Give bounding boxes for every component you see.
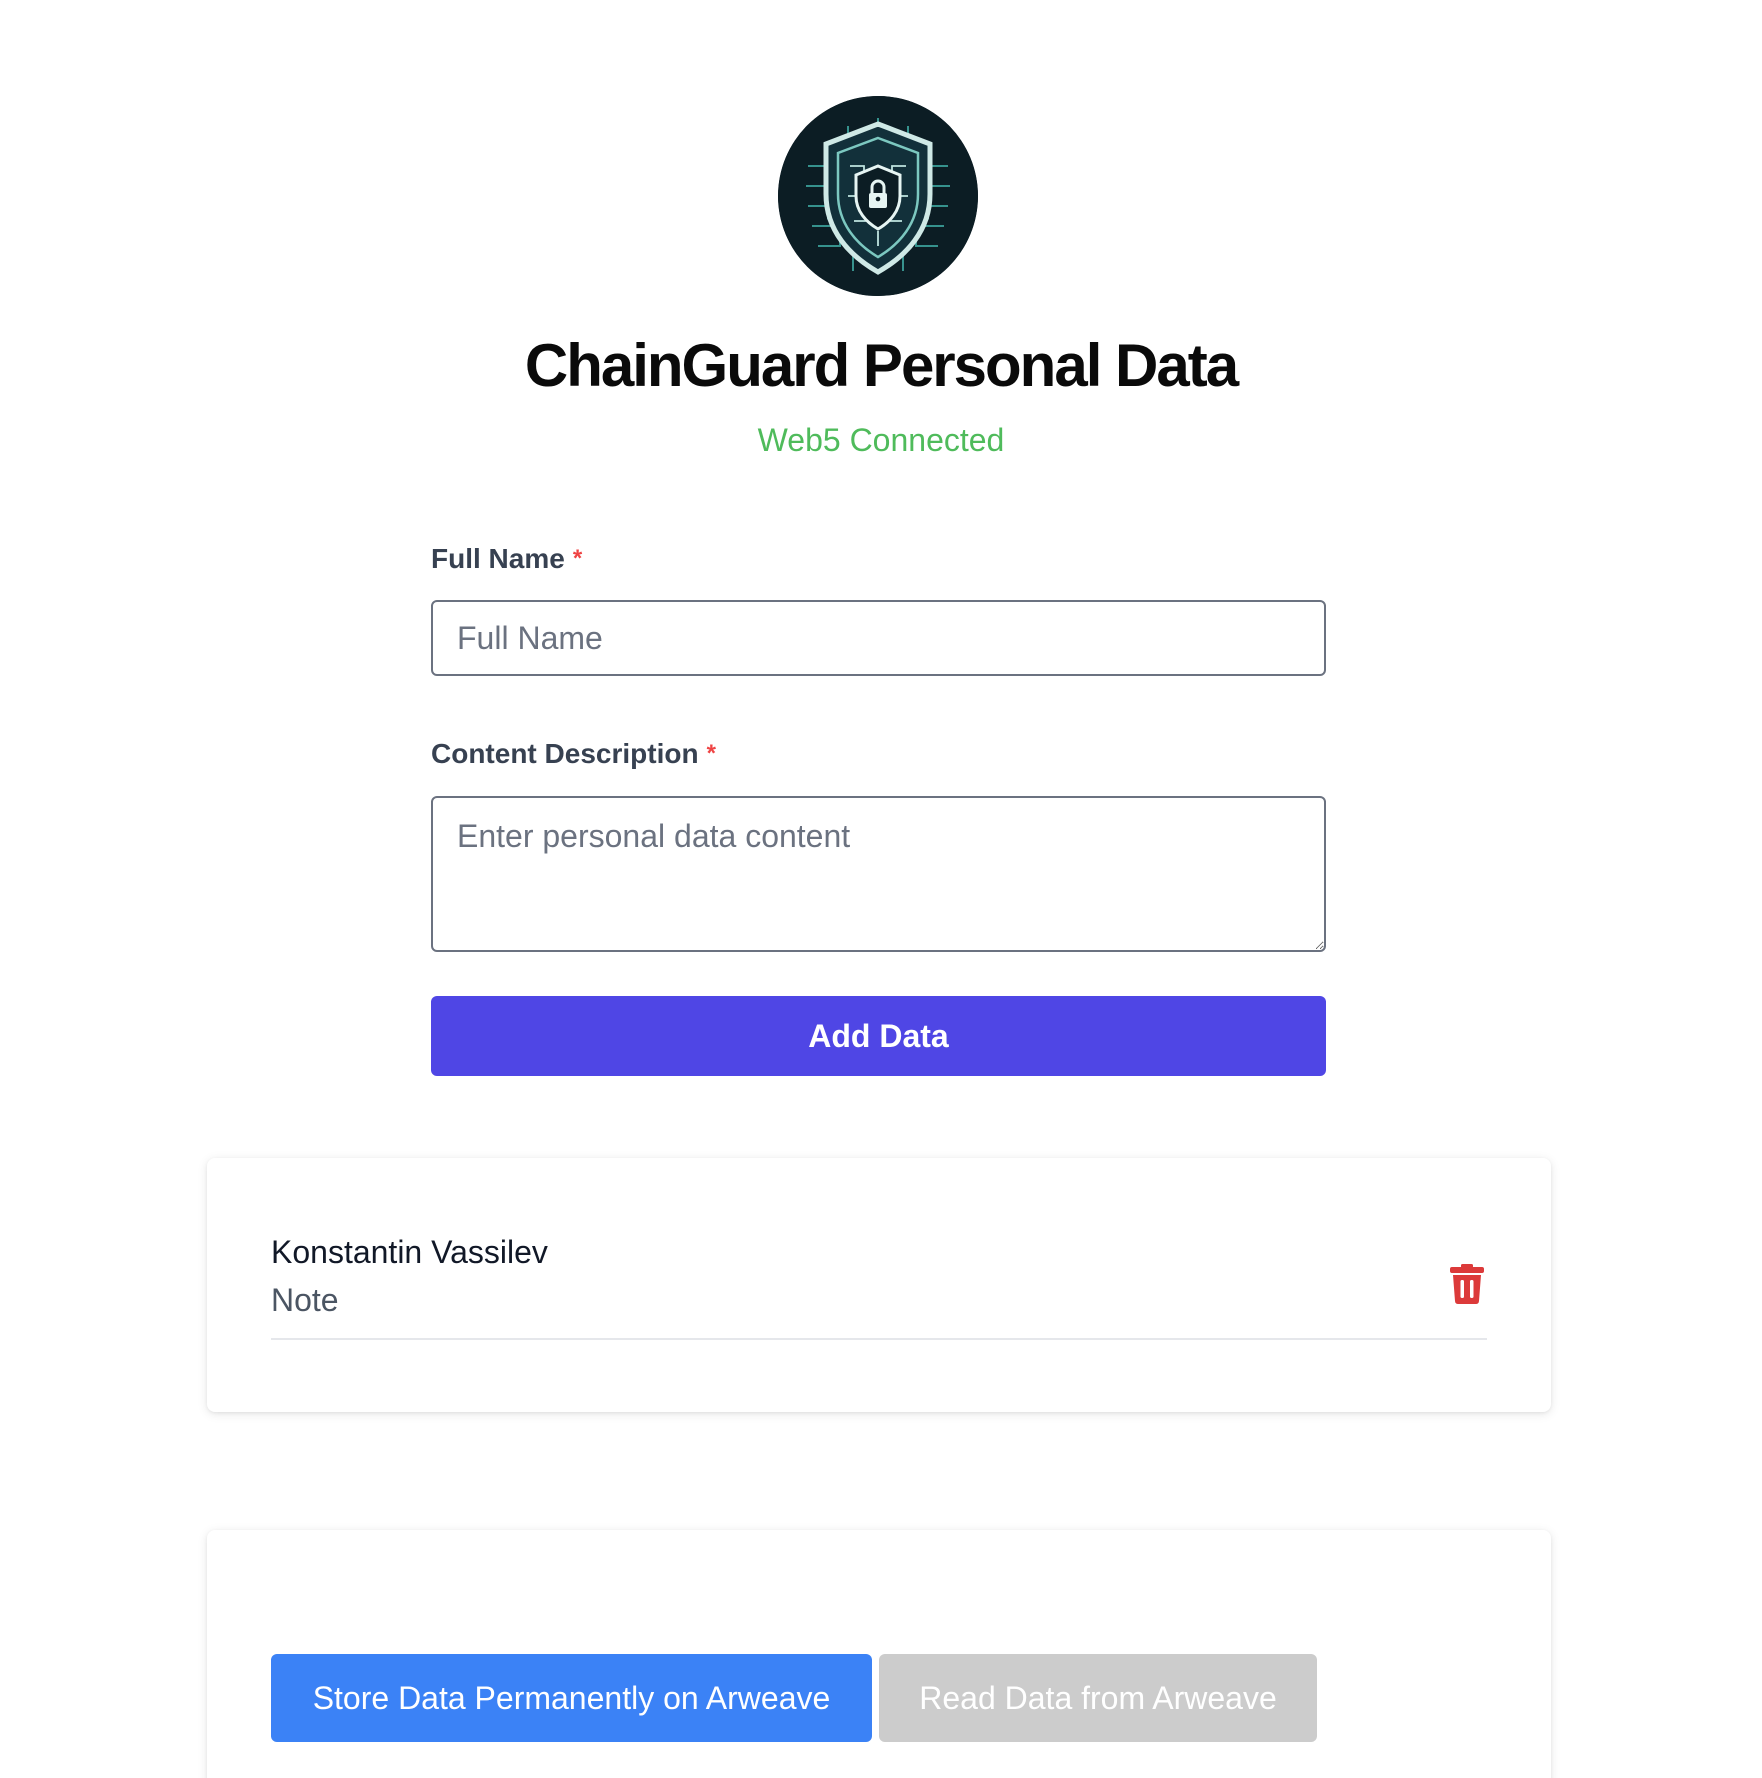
page: ChainGuard Personal Data Web5 Connected … [0,0,1762,1778]
full-name-label: Full Name * [431,542,582,576]
content-description-label-text: Content Description [431,738,699,769]
required-marker: * [572,545,583,572]
trash-icon [1450,1264,1484,1304]
connection-status: Web5 Connected [757,422,1005,458]
page-title: ChainGuard Personal Data [524,332,1239,399]
full-name-input[interactable] [431,600,1326,676]
content-description-input[interactable] [431,796,1326,952]
arweave-actions-card: Store Data Permanently on Arweave Read D… [207,1530,1551,1778]
store-on-arweave-button[interactable]: Store Data Permanently on Arweave [271,1654,872,1742]
list-item: Konstantin Vassilev Note [271,1232,1487,1340]
entry-description: Note [271,1282,339,1318]
content-description-label: Content Description * [431,737,716,771]
add-data-button[interactable]: Add Data [431,996,1326,1076]
read-from-arweave-button[interactable]: Read Data from Arweave [879,1654,1317,1742]
delete-entry-button[interactable] [1447,1262,1487,1306]
required-marker: * [706,740,716,767]
shield-circuit-lock-icon [778,96,978,296]
entry-name: Konstantin Vassilev [271,1234,548,1270]
data-entries-card: Konstantin Vassilev Note [207,1158,1551,1412]
full-name-label-text: Full Name [431,543,565,574]
